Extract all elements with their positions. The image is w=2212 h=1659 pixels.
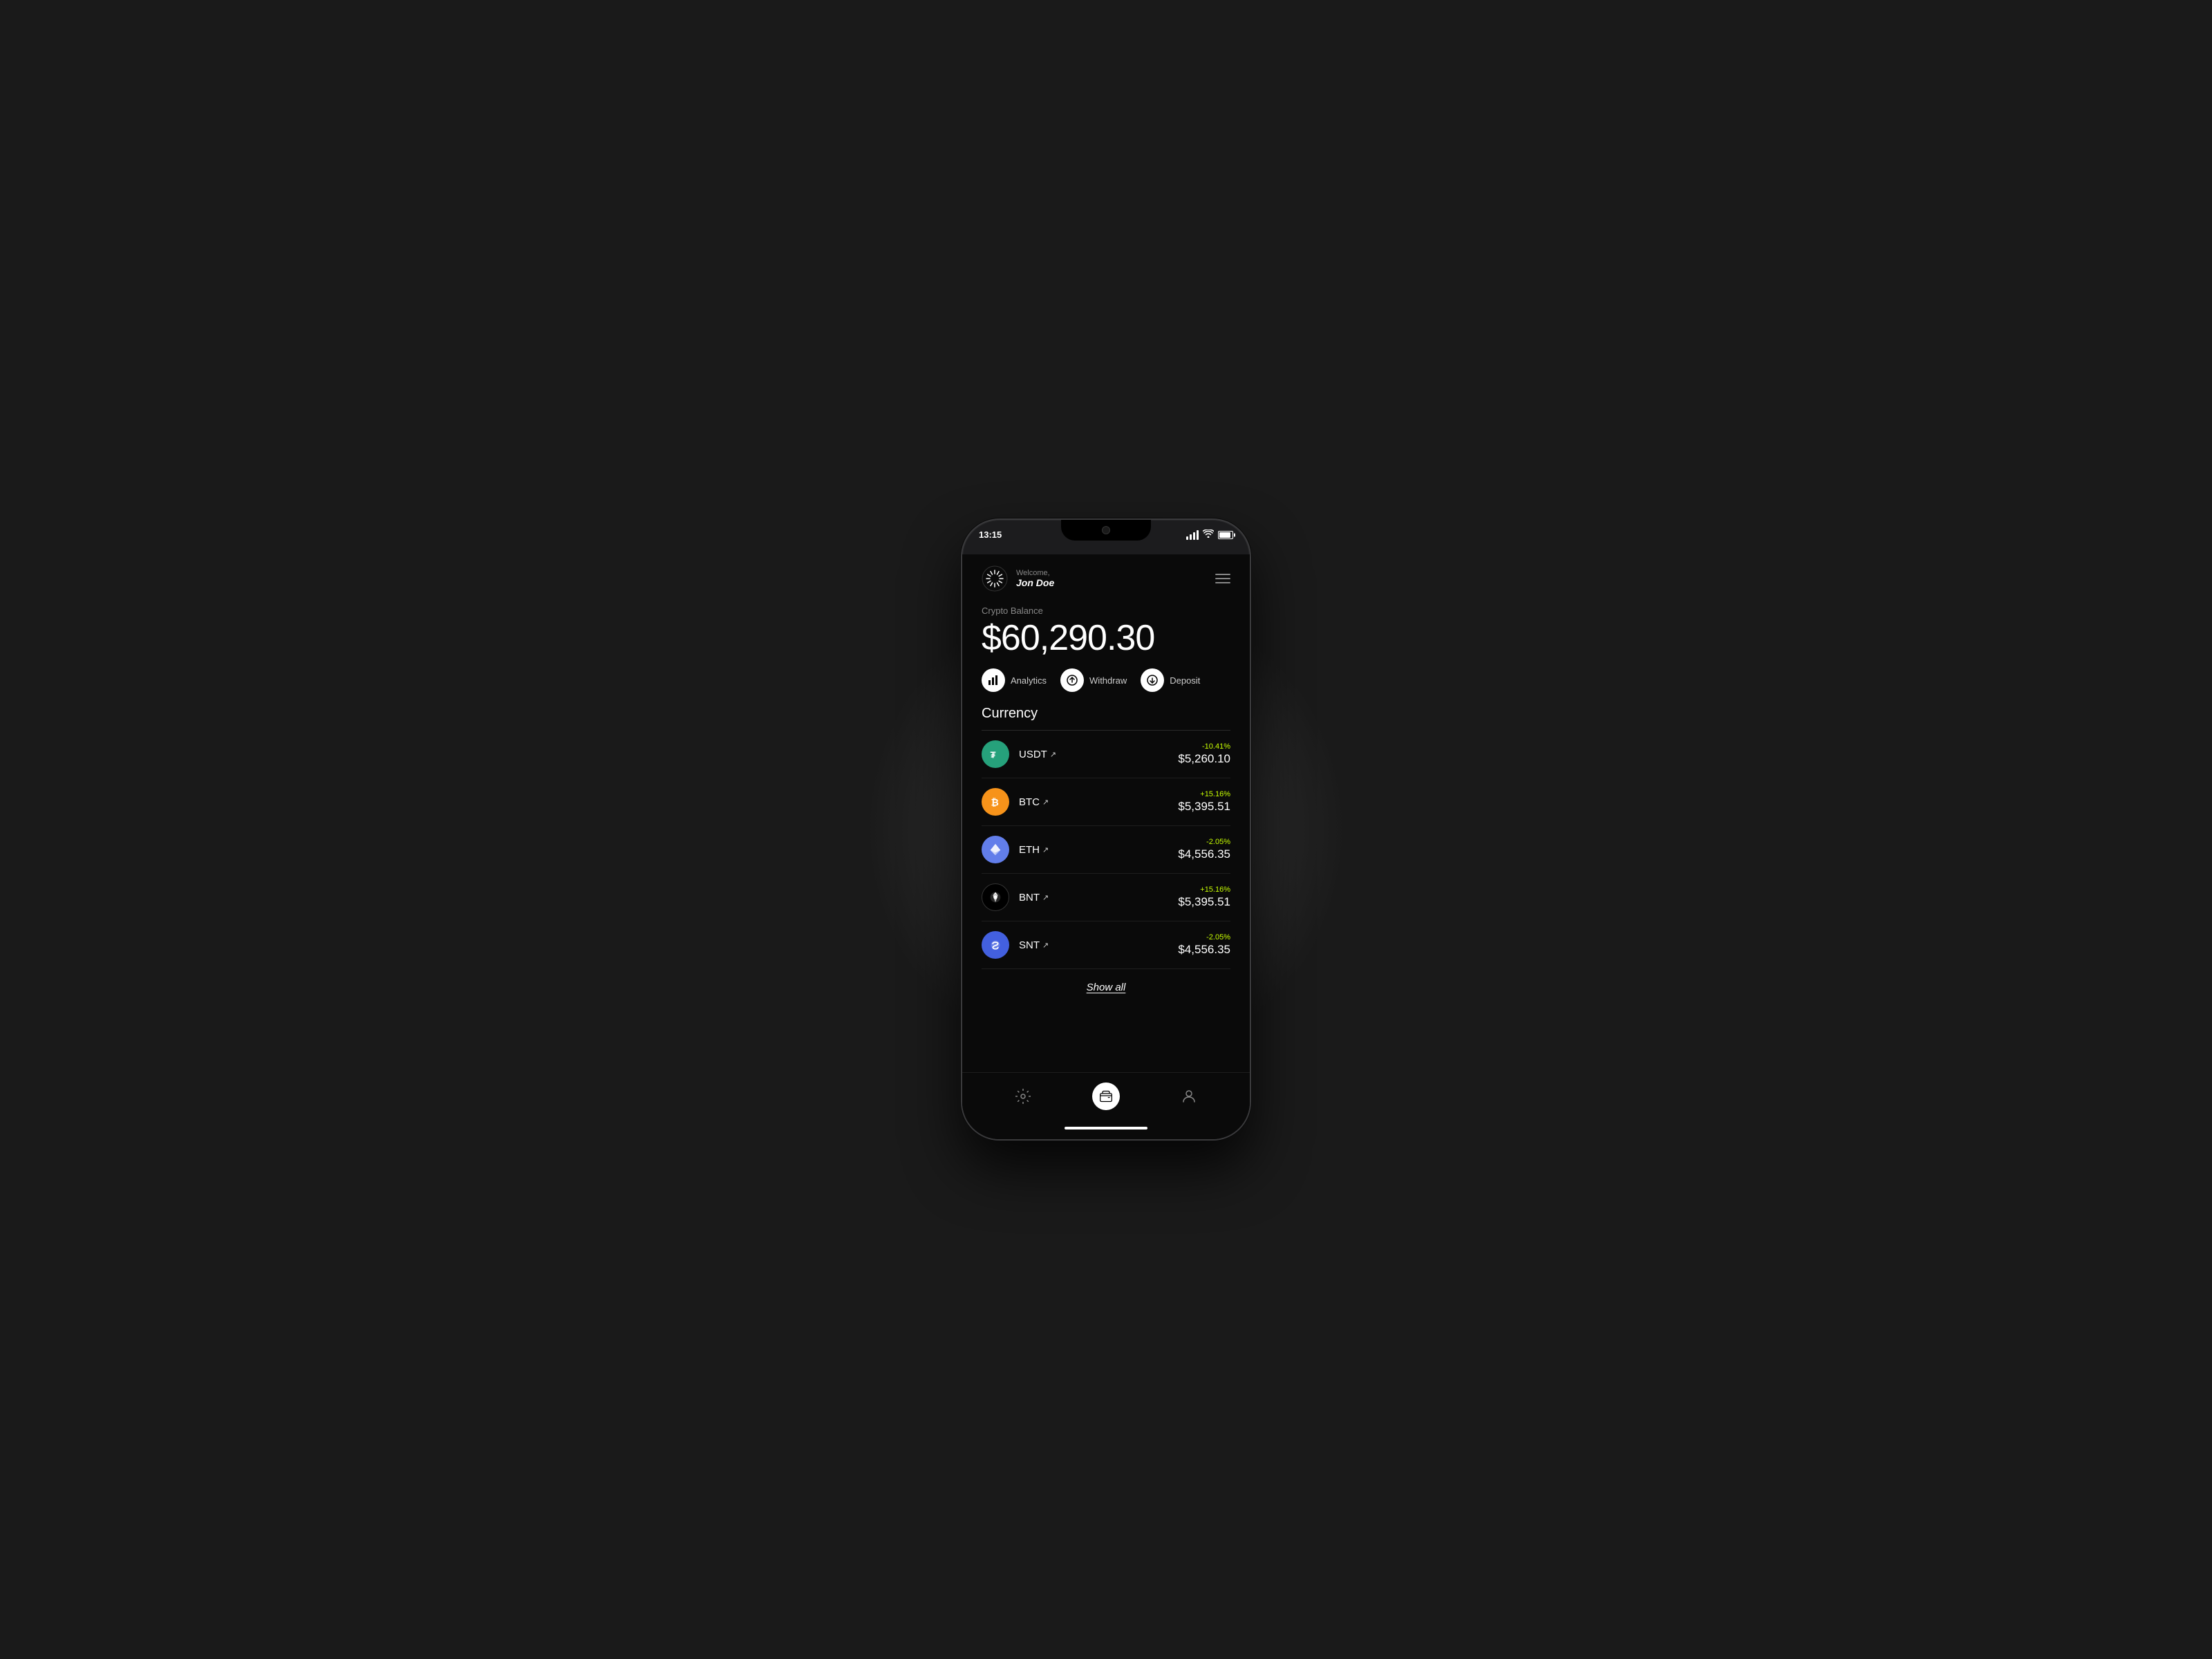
show-all-container: Show all — [982, 969, 1230, 1002]
balance-section: Crypto Balance $60,290.30 Analytics — [962, 600, 1250, 706]
eth-right: -2.05% $4,556.35 — [1178, 838, 1230, 861]
currency-title: Currency — [982, 706, 1230, 722]
menu-line-1 — [1215, 574, 1230, 575]
nav-profile[interactable] — [1175, 1082, 1203, 1110]
welcome-label: Welcome, — [1016, 569, 1054, 577]
currency-item-bnt[interactable]: BNT ↗ +15.16% $5,395.51 — [982, 874, 1230, 921]
app-logo — [982, 565, 1008, 592]
currency-item-usdt[interactable]: ₮ USDT ↗ -10.41% $5,260.10 — [982, 731, 1230, 778]
nav-wallet[interactable] — [1092, 1082, 1120, 1110]
svg-text:₿: ₿ — [991, 798, 999, 808]
status-icons — [1186, 529, 1233, 540]
show-all-button[interactable]: Show all — [1087, 982, 1126, 993]
battery-fill — [1219, 532, 1230, 538]
welcome-text: Welcome, Jon Doe — [1016, 569, 1054, 588]
bnt-change: +15.16% — [1178, 885, 1230, 894]
phone-content: Welcome, Jon Doe Crypto Balance $60,290.… — [962, 554, 1250, 1139]
usdt-change: -10.41% — [1178, 742, 1230, 751]
analytics-label: Analytics — [1011, 675, 1047, 686]
notch — [1061, 520, 1151, 541]
menu-button[interactable] — [1215, 574, 1230, 583]
currency-section: Currency ₮ USDT ↗ — [962, 706, 1250, 1072]
snt-right: -2.05% $4,556.35 — [1178, 933, 1230, 957]
withdraw-icon — [1060, 668, 1084, 692]
snt-info: SNT ↗ — [1019, 939, 1178, 951]
btc-right: +15.16% $5,395.51 — [1178, 790, 1230, 814]
snt-icon — [982, 931, 1009, 959]
bottom-navigation — [962, 1072, 1250, 1116]
person-icon — [1175, 1082, 1203, 1110]
home-indicator — [1065, 1127, 1147, 1130]
analytics-icon — [982, 668, 1005, 692]
logo-area: Welcome, Jon Doe — [982, 565, 1054, 592]
wallet-icon — [1092, 1082, 1120, 1110]
withdraw-button[interactable]: Withdraw — [1060, 668, 1127, 692]
signal-bar-1 — [1186, 536, 1188, 540]
currency-item-snt[interactable]: SNT ↗ -2.05% $4,556.35 — [982, 921, 1230, 969]
snt-value: $4,556.35 — [1178, 943, 1230, 957]
snt-change: -2.05% — [1178, 933, 1230, 941]
svg-text:₮: ₮ — [991, 750, 996, 760]
balance-amount: $60,290.30 — [982, 620, 1230, 656]
usdt-info: USDT ↗ — [1019, 749, 1178, 760]
menu-line-2 — [1215, 578, 1230, 579]
menu-line-3 — [1215, 582, 1230, 583]
analytics-button[interactable]: Analytics — [982, 668, 1047, 692]
snt-arrow: ↗ — [1042, 941, 1049, 950]
wifi-icon — [1203, 529, 1214, 540]
eth-info: ETH ↗ — [1019, 844, 1178, 856]
usdt-right: -10.41% $5,260.10 — [1178, 742, 1230, 766]
bnt-name: BNT ↗ — [1019, 892, 1178, 903]
btc-change: +15.16% — [1178, 790, 1230, 798]
user-name: Jon Doe — [1016, 577, 1054, 588]
usdt-name: USDT ↗ — [1019, 749, 1178, 760]
signal-bar-2 — [1190, 534, 1192, 540]
btc-name: BTC ↗ — [1019, 796, 1178, 808]
eth-arrow: ↗ — [1042, 845, 1049, 854]
eth-change: -2.05% — [1178, 838, 1230, 846]
bnt-info: BNT ↗ — [1019, 892, 1178, 903]
deposit-label: Deposit — [1170, 675, 1200, 686]
currency-item-eth[interactable]: ETH ↗ -2.05% $4,556.35 — [982, 826, 1230, 874]
usdt-value: $5,260.10 — [1178, 752, 1230, 766]
phone-frame: 13:15 — [961, 518, 1251, 1141]
nav-settings[interactable] — [1009, 1082, 1037, 1110]
currency-item-btc[interactable]: ₿ BTC ↗ +15.16% $5,395.51 — [982, 778, 1230, 826]
bnt-value: $5,395.51 — [1178, 895, 1230, 909]
eth-value: $4,556.35 — [1178, 847, 1230, 861]
usdt-arrow: ↗ — [1050, 750, 1056, 759]
bnt-arrow: ↗ — [1042, 893, 1049, 902]
deposit-button[interactable]: Deposit — [1141, 668, 1200, 692]
status-bar: 13:15 — [962, 520, 1250, 554]
btc-info: BTC ↗ — [1019, 796, 1178, 808]
withdraw-label: Withdraw — [1089, 675, 1127, 686]
btc-value: $5,395.51 — [1178, 800, 1230, 814]
balance-label: Crypto Balance — [982, 606, 1230, 616]
signal-bar-3 — [1193, 532, 1195, 540]
signal-icon — [1186, 530, 1199, 540]
scene: 13:15 — [830, 276, 1382, 1382]
deposit-icon — [1141, 668, 1164, 692]
action-buttons: Analytics Withdraw — [982, 668, 1230, 692]
signal-bar-4 — [1197, 530, 1199, 540]
usdt-icon: ₮ — [982, 740, 1009, 768]
battery-icon — [1218, 531, 1233, 539]
gear-icon — [1009, 1082, 1037, 1110]
btc-icon: ₿ — [982, 788, 1009, 816]
eth-icon — [982, 836, 1009, 863]
snt-name: SNT ↗ — [1019, 939, 1178, 951]
bnt-icon — [982, 883, 1009, 911]
app-header: Welcome, Jon Doe — [962, 554, 1250, 600]
status-time: 13:15 — [979, 529, 1002, 540]
camera-dot — [1102, 526, 1110, 534]
home-indicator-area — [962, 1116, 1250, 1139]
btc-arrow: ↗ — [1042, 798, 1049, 807]
bnt-right: +15.16% $5,395.51 — [1178, 885, 1230, 909]
eth-name: ETH ↗ — [1019, 844, 1178, 856]
